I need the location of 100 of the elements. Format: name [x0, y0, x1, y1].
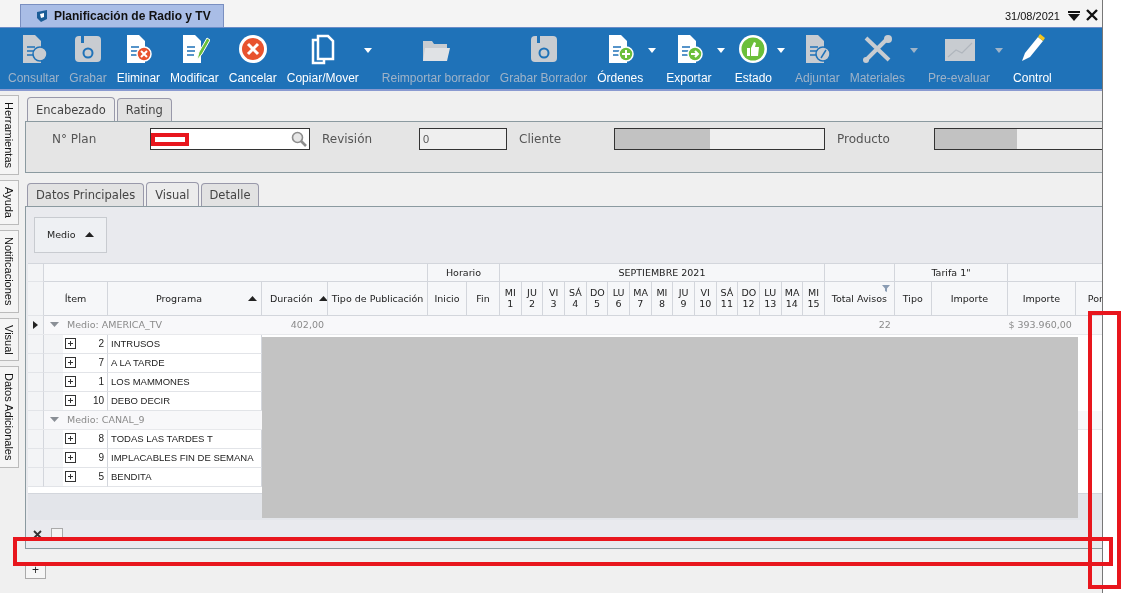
sort-ascending-icon [248, 295, 257, 301]
current-row-icon [33, 320, 38, 329]
toolbar-button[interactable]: Control [1008, 32, 1057, 85]
table-cell-text: 1 [97, 376, 104, 388]
cancel-icon [236, 32, 269, 65]
column-header[interactable]: MI 15 [803, 281, 825, 316]
expand-icon [65, 452, 76, 464]
side-tab[interactable]: Herramientas [0, 95, 19, 176]
column-header[interactable]: Importe [931, 281, 1008, 316]
caret-icon [910, 48, 919, 53]
input-field[interactable]: 0 [419, 128, 507, 150]
expand-button[interactable] [65, 357, 76, 369]
caret-icon [648, 48, 657, 53]
band-header: SEPTIEMBRE 2021 [500, 263, 825, 282]
caret-icon [995, 48, 1004, 53]
column-header[interactable]: Importe [1007, 281, 1076, 316]
group-total: 402,00 [289, 317, 325, 332]
caret-icon [777, 48, 785, 53]
highlight-mark [151, 132, 189, 146]
band-header: Tarifa 1" [895, 263, 1008, 282]
column-header[interactable]: Total Avisos [824, 281, 895, 316]
expand-icon [65, 471, 76, 483]
expand-button[interactable] [65, 395, 76, 407]
input-field[interactable] [614, 128, 825, 150]
caret-icon [716, 48, 725, 53]
table-cell-text: 5 [97, 471, 104, 483]
column-header[interactable]: LU 6 [608, 281, 630, 316]
tools-icon [861, 32, 894, 65]
field-label: N° Plan [51, 131, 98, 148]
group-label: Medio: AMERICA_TV [67, 319, 163, 331]
expander-toggle[interactable] [50, 415, 59, 425]
window-title: Planificación de Radio y TV [54, 9, 211, 23]
table-cell-text: 7 [97, 357, 104, 369]
side-tab[interactable]: Datos Adicionales [0, 366, 19, 468]
input-field[interactable] [934, 128, 1102, 150]
toolbar-button[interactable]: Cancelar [223, 32, 282, 85]
menu-button[interactable] [1068, 11, 1080, 21]
expand-icon [65, 338, 76, 350]
close-button[interactable] [1086, 9, 1098, 21]
side-tab[interactable]: Ayuda [0, 180, 19, 226]
table-cell-text: 10 [91, 395, 104, 407]
expand-button[interactable] [65, 471, 76, 483]
close-filter-button[interactable] [33, 529, 42, 539]
expander-toggle[interactable] [50, 320, 59, 330]
tab[interactable]: Encabezado [27, 97, 115, 121]
toolbar-button[interactable]: Copiar/Mover [281, 32, 377, 85]
expand-icon [65, 357, 76, 369]
toolbar-button[interactable]: Modificar [165, 32, 224, 85]
thumbs-up-icon [737, 32, 770, 65]
expand-button[interactable] [65, 338, 76, 350]
sort-ascending-icon [84, 232, 94, 238]
expand-icon [65, 395, 76, 407]
expand-button[interactable] [65, 433, 76, 445]
group-total: $ 393.960,00 [1007, 317, 1073, 332]
table-cell-text: 8 [97, 433, 104, 445]
expand-icon [65, 433, 76, 445]
close-icon [1086, 9, 1098, 21]
document-tab[interactable]: Planificación de Radio y TV [20, 4, 224, 27]
expand-icon [65, 376, 76, 388]
toolbar-button[interactable]: Eliminar [111, 32, 166, 85]
column-header[interactable]: Programa [108, 281, 262, 316]
toolbar-button[interactable]: Órdenes [592, 32, 662, 85]
table-cell: INTRUSOS [108, 334, 262, 354]
caret-icon [363, 48, 372, 53]
field-label: Revisión [321, 131, 374, 148]
column-header[interactable]: Tipo de Publicación [328, 281, 428, 316]
side-tab[interactable]: Visual [0, 317, 19, 362]
column-header[interactable]: Ítem [44, 281, 108, 316]
table-cell-text: 2 [97, 338, 104, 350]
input-field[interactable] [150, 128, 310, 150]
column-header[interactable]: Fin [467, 281, 500, 316]
tab[interactable]: Datos Principales [27, 183, 145, 206]
toolbar-button[interactable]: Exportar [661, 32, 730, 85]
group-label: Medio: CANAL_9 [67, 414, 145, 426]
expand-button[interactable] [65, 452, 76, 464]
field-label: Producto [836, 131, 891, 148]
date-label: 31/08/2021 [1004, 10, 1060, 22]
collapse-icon [50, 415, 59, 425]
column-header[interactable]: Duración [262, 281, 328, 316]
column-header[interactable]: DO 12 [738, 281, 760, 316]
side-tab[interactable]: Notificaciones [0, 230, 19, 313]
tab[interactable]: Rating [116, 98, 172, 121]
field-label: Cliente [518, 131, 563, 148]
tab[interactable]: Detalle [200, 183, 260, 206]
expand-button[interactable] [65, 376, 76, 388]
sort-ascending-icon [318, 295, 327, 301]
app-logo-icon [35, 9, 49, 23]
tab[interactable]: Visual [146, 182, 199, 206]
group-by-chip[interactable]: Medio [34, 216, 107, 253]
table-cell-text: 9 [97, 452, 104, 464]
column-header[interactable]: Inicio [428, 281, 467, 316]
dropdown-icon [1068, 11, 1080, 21]
column-header[interactable]: JU 9 [673, 281, 695, 316]
toolbar-button[interactable]: Estado [729, 32, 790, 85]
filter-icon [881, 284, 890, 292]
column-header[interactable]: MI 1 [500, 281, 522, 316]
column-header[interactable]: VI 3 [543, 281, 565, 316]
search-icon [291, 131, 307, 147]
group-total: 22 [877, 317, 892, 332]
close-icon [33, 529, 42, 539]
